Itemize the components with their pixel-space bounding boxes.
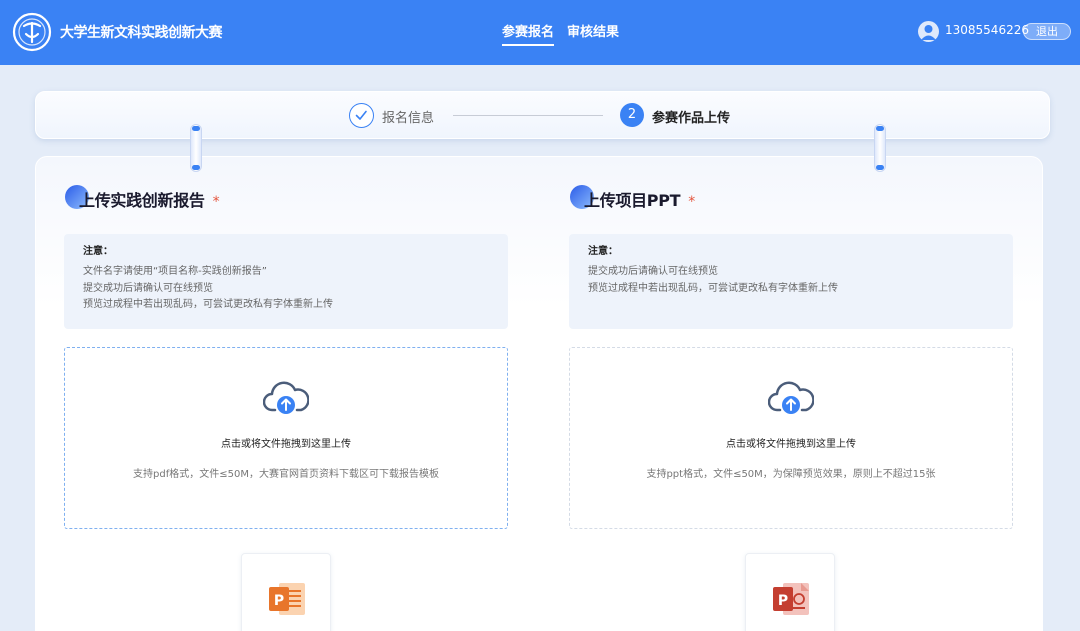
note-line: 文件名字请使用“项目名称-实践创新报告”: [83, 266, 267, 277]
note-line: 预览过成程中若出现乱码，可尝试更改私有字体重新上传: [588, 282, 838, 294]
user-phone: 13085546226: [945, 23, 1029, 37]
step-2-number: 2: [620, 103, 644, 127]
step-connector-line: [453, 115, 603, 116]
report-upload-dropzone[interactable]: 点击或将文件拖拽到这里上传 支持pdf格式，文件≤50M，大赛官网首页资料下载区…: [64, 347, 508, 529]
report-file-thumbnail[interactable]: P: [241, 553, 331, 631]
note-line: 提交成功后请确认可在线预览: [83, 282, 213, 294]
decorative-pin-right: [874, 124, 886, 172]
ppt-file-orange-icon: P: [269, 583, 305, 615]
note-line: 预览过成程中若出现乱码，可尝试更改私有字体重新上传: [83, 299, 333, 310]
decorative-pin-left: [190, 124, 202, 172]
ppt-upload-dropzone[interactable]: 点击或将文件拖拽到这里上传 支持ppt格式，文件≤50M，为保障预览效果，原则上…: [569, 347, 1013, 529]
cloud-upload-icon: [768, 381, 814, 414]
upload-instruction: 点击或将文件拖拽到这里上传: [726, 439, 856, 450]
logout-button[interactable]: 退出: [1023, 23, 1071, 40]
required-mark: *: [688, 194, 695, 210]
contest-logo-icon[interactable]: [12, 12, 52, 52]
site-title: 大学生新文科实践创新大赛: [60, 25, 223, 41]
note-line: 提交成功后请确认可在线预览: [588, 266, 718, 277]
upload-instruction: 点击或将文件拖拽到这里上传: [221, 439, 351, 450]
top-header: 大学生新文科实践创新大赛 参赛报名 审核结果 13085546226 退出: [0, 0, 1080, 65]
section-report-title: 上传实践创新报告 *: [79, 191, 220, 210]
note-title: 注意：: [83, 246, 113, 257]
nav-tab-review-results[interactable]: 审核结果: [567, 21, 619, 40]
report-note-box: 注意： 文件名字请使用“项目名称-实践创新报告” 提交成功后请确认可在线预览 预…: [64, 234, 508, 329]
nav-tab-registration[interactable]: 参赛报名: [502, 21, 555, 46]
user-avatar-icon[interactable]: [918, 21, 939, 42]
upload-hint: 支持ppt格式，文件≤50M，为保障预览效果，原则上不超过15张: [646, 469, 936, 480]
ppt-file-thumbnail[interactable]: P: [745, 553, 835, 631]
cloud-upload-icon: [263, 381, 309, 414]
upload-hint: 支持pdf格式，文件≤50M，大赛官网首页资料下载区可下载报告模板: [133, 469, 439, 480]
step-2-label: 参赛作品上传: [652, 111, 731, 126]
note-title: 注意：: [588, 246, 618, 257]
ppt-note-box: 注意： 提交成功后请确认可在线预览 预览过成程中若出现乱码，可尝试更改私有字体重…: [569, 234, 1013, 329]
svg-text:P: P: [274, 593, 284, 609]
step-1-check-icon: [349, 103, 374, 128]
required-mark: *: [212, 194, 220, 210]
ppt-file-red-icon: P: [773, 583, 809, 615]
step-1-label: 报名信息: [382, 111, 435, 126]
section-ppt-title: 上传项目PPT *: [584, 191, 695, 210]
svg-text:P: P: [778, 593, 788, 609]
